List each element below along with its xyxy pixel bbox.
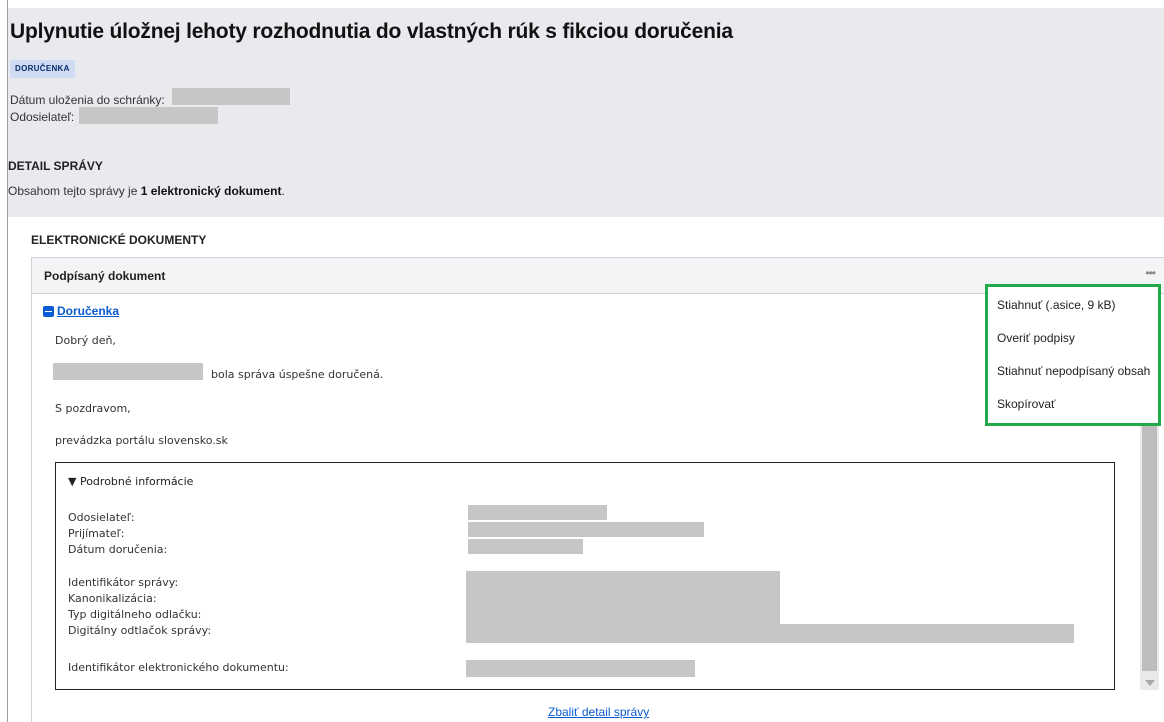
- document-toggle-link[interactable]: Doručenka: [43, 304, 119, 318]
- document-actions-menu: Stiahnuť (.asice, 9 kB) Overiť podpisy S…: [985, 284, 1161, 426]
- sender-label: Odosielateľ:: [10, 110, 75, 124]
- detail-document-id-redacted: [466, 660, 695, 677]
- scroll-down-arrow-icon[interactable]: [1145, 680, 1155, 686]
- detail-recipient-redacted: [468, 522, 704, 537]
- detail-digest-type-label: Typ digitálneho odlačku:: [68, 608, 202, 621]
- delivered-text: bola správa úspešne doručená.: [211, 368, 384, 381]
- detail-digest-label: Digitálny odtlačok správy:: [68, 624, 212, 637]
- stored-date-redacted: [172, 88, 290, 105]
- detail-recipient-label: Prijímateľ:: [68, 527, 125, 540]
- detail-message-id-label: Identifikátor správy:: [68, 576, 179, 589]
- detail-sender-redacted: [468, 505, 607, 520]
- details-box: ▼ Podrobné informácie Odosielateľ: Prijí…: [55, 462, 1115, 690]
- collapse-minus-icon: [43, 305, 54, 317]
- menu-item-copy[interactable]: Skopírovať: [997, 397, 1056, 411]
- details-summary-toggle[interactable]: ▼ Podrobné informácie: [68, 475, 193, 488]
- ellipsis-icon[interactable]: •••: [1145, 266, 1156, 280]
- sender-redacted: [79, 107, 218, 124]
- message-type-badge: DORUČENKA: [10, 60, 75, 78]
- scrollbar[interactable]: [1140, 425, 1159, 690]
- document-count: 1 elektronický dokument: [140, 184, 282, 198]
- scrollbar-thumb[interactable]: [1142, 425, 1157, 671]
- detail-message-id-redacted: [466, 571, 780, 627]
- page-title: Uplynutie úložnej lehoty rozhodnutia do …: [10, 20, 733, 43]
- detail-digest-redacted: [466, 624, 1074, 643]
- detail-sender-label: Odosielateľ:: [68, 511, 135, 524]
- message-detail-heading: DETAIL SPRÁVY: [8, 159, 103, 173]
- greeting-text: Dobrý deň,: [55, 334, 116, 347]
- panel-title: Podpísaný dokument: [44, 269, 166, 283]
- menu-item-verify-signatures[interactable]: Overiť podpisy: [997, 331, 1075, 345]
- detail-delivery-date-label: Dátum doručenia:: [68, 543, 168, 556]
- menu-item-download-asice[interactable]: Stiahnuť (.asice, 9 kB): [997, 298, 1116, 312]
- detail-document-id-label: Identifikátor elektronického dokumentu:: [68, 661, 289, 674]
- stored-date-label: Dátum uloženia do schránky:: [10, 93, 165, 107]
- documents-heading: ELEKTRONICKÉ DOKUMENTY: [31, 233, 207, 247]
- recipient-redacted: [53, 363, 203, 380]
- document-name: Doručenka: [57, 304, 120, 318]
- message-header: Uplynutie úložnej lehoty rozhodnutia do …: [8, 8, 1164, 217]
- message-summary: Obsahom tejto správy je 1 elektronický d…: [8, 184, 285, 198]
- detail-canonicalization-label: Kanonikalizácia:: [68, 592, 157, 605]
- collapse-detail-link[interactable]: Zbaliť detail správy: [548, 705, 649, 719]
- signature-text: prevádzka portálu slovensko.sk: [55, 434, 228, 447]
- closing-text: S pozdravom,: [55, 402, 131, 415]
- detail-delivery-date-redacted: [468, 539, 583, 554]
- menu-item-download-unsigned[interactable]: Stiahnuť nepodpísaný obsah: [997, 364, 1150, 378]
